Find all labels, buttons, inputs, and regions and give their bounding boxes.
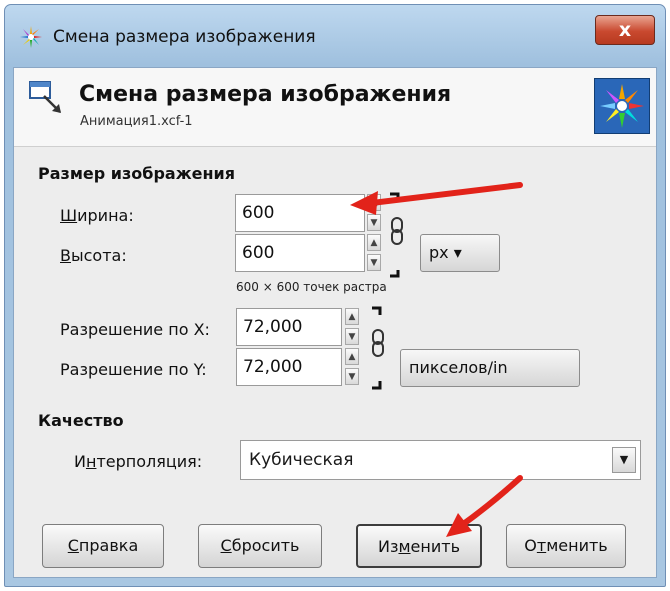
apply-button[interactable]: Изменить bbox=[356, 524, 482, 568]
interpolation-value: Кубическая bbox=[249, 450, 354, 470]
height-down-arrow-icon[interactable]: ▼ bbox=[367, 254, 381, 271]
cancel-pre: О bbox=[524, 536, 537, 555]
resolution-unit-value: пикселов/in bbox=[409, 358, 508, 377]
width-down-arrow-icon[interactable]: ▼ bbox=[367, 214, 381, 231]
dialog-window: Смена размера изображения x Смена размер… bbox=[4, 4, 666, 587]
cancel-button[interactable]: Отменить bbox=[506, 524, 626, 568]
interpolation-label: Интерполяция: bbox=[74, 452, 202, 471]
interpolation-dropdown[interactable]: Кубическая ▼ bbox=[240, 440, 641, 480]
resolution-unit-dropdown[interactable]: пикселов/in bbox=[400, 349, 580, 387]
reset-button[interactable]: Сбросить bbox=[198, 524, 322, 568]
height-label-text: ысота: bbox=[70, 246, 127, 265]
res-x-up-arrow-icon[interactable]: ▲ bbox=[345, 308, 359, 325]
quality-heading: Качество bbox=[38, 411, 124, 430]
size-unit-dropdown[interactable]: px ▾ bbox=[420, 234, 500, 272]
close-button[interactable]: x bbox=[595, 15, 655, 45]
width-spinner[interactable]: ▲ ▼ bbox=[367, 194, 381, 232]
res-x-spinner[interactable]: ▲ ▼ bbox=[345, 308, 359, 346]
window-title: Смена размера изображения bbox=[53, 27, 316, 47]
interp-label-accel: н bbox=[85, 452, 97, 471]
resolution-chain-link-icon[interactable] bbox=[366, 306, 388, 390]
reset-text: бросить bbox=[231, 536, 300, 555]
cancel-text: менить bbox=[546, 536, 608, 555]
apply-text: енить bbox=[410, 537, 460, 556]
height-spinner[interactable]: ▲ ▼ bbox=[367, 234, 381, 272]
width-input[interactable]: 600 bbox=[235, 194, 365, 232]
pixel-size-note: 600 × 600 точек растра bbox=[236, 280, 387, 294]
interp-label-pre: И bbox=[74, 452, 86, 471]
size-unit-value: px bbox=[429, 243, 449, 262]
reset-accel: С bbox=[220, 536, 232, 555]
apply-accel: м bbox=[398, 537, 411, 556]
dialog-header: Смена размера изображения Анимация1.xcf-… bbox=[14, 68, 656, 147]
header-subtitle: Анимация1.xcf-1 bbox=[80, 114, 193, 129]
gimp-app-icon bbox=[20, 26, 42, 48]
res-y-spinner[interactable]: ▲ ▼ bbox=[345, 348, 359, 386]
gimp-logo-icon bbox=[594, 78, 650, 134]
chevron-down-icon[interactable]: ▼ bbox=[612, 447, 636, 473]
dialog-body: Смена размера изображения Анимация1.xcf-… bbox=[13, 67, 657, 578]
width-label-accel: Ш bbox=[60, 206, 78, 225]
header-title: Смена размера изображения bbox=[79, 82, 452, 107]
apply-pre: Из bbox=[377, 537, 399, 556]
scale-image-icon bbox=[29, 81, 61, 113]
res-y-input[interactable]: 72,000 bbox=[236, 348, 342, 386]
res-y-label: Разрешение по Y: bbox=[60, 360, 207, 379]
interp-label-text: терполяция: bbox=[96, 452, 203, 471]
width-label-text: ирина: bbox=[77, 206, 134, 225]
size-chain-link-icon[interactable] bbox=[386, 192, 408, 278]
width-label: Ширина: bbox=[60, 206, 134, 225]
res-x-down-arrow-icon[interactable]: ▼ bbox=[345, 328, 359, 345]
title-bar[interactable]: Смена размера изображения x bbox=[5, 5, 665, 67]
cancel-accel: т bbox=[536, 536, 547, 555]
chevron-down-icon: ▾ bbox=[453, 243, 462, 262]
help-button[interactable]: Справка bbox=[42, 524, 164, 568]
res-y-up-arrow-icon[interactable]: ▲ bbox=[345, 348, 359, 365]
height-label: Высота: bbox=[60, 246, 127, 265]
close-icon: x bbox=[618, 19, 632, 41]
res-y-down-arrow-icon[interactable]: ▼ bbox=[345, 368, 359, 385]
height-up-arrow-icon[interactable]: ▲ bbox=[367, 234, 381, 251]
res-x-input[interactable]: 72,000 bbox=[236, 308, 342, 346]
help-accel: С bbox=[67, 536, 79, 555]
image-size-heading: Размер изображения bbox=[38, 164, 236, 183]
width-up-arrow-icon[interactable]: ▲ bbox=[367, 194, 381, 211]
height-label-accel: В bbox=[60, 246, 71, 265]
height-input[interactable]: 600 bbox=[235, 234, 365, 272]
res-x-label: Разрешение по X: bbox=[60, 320, 210, 339]
help-text: правка bbox=[78, 536, 139, 555]
